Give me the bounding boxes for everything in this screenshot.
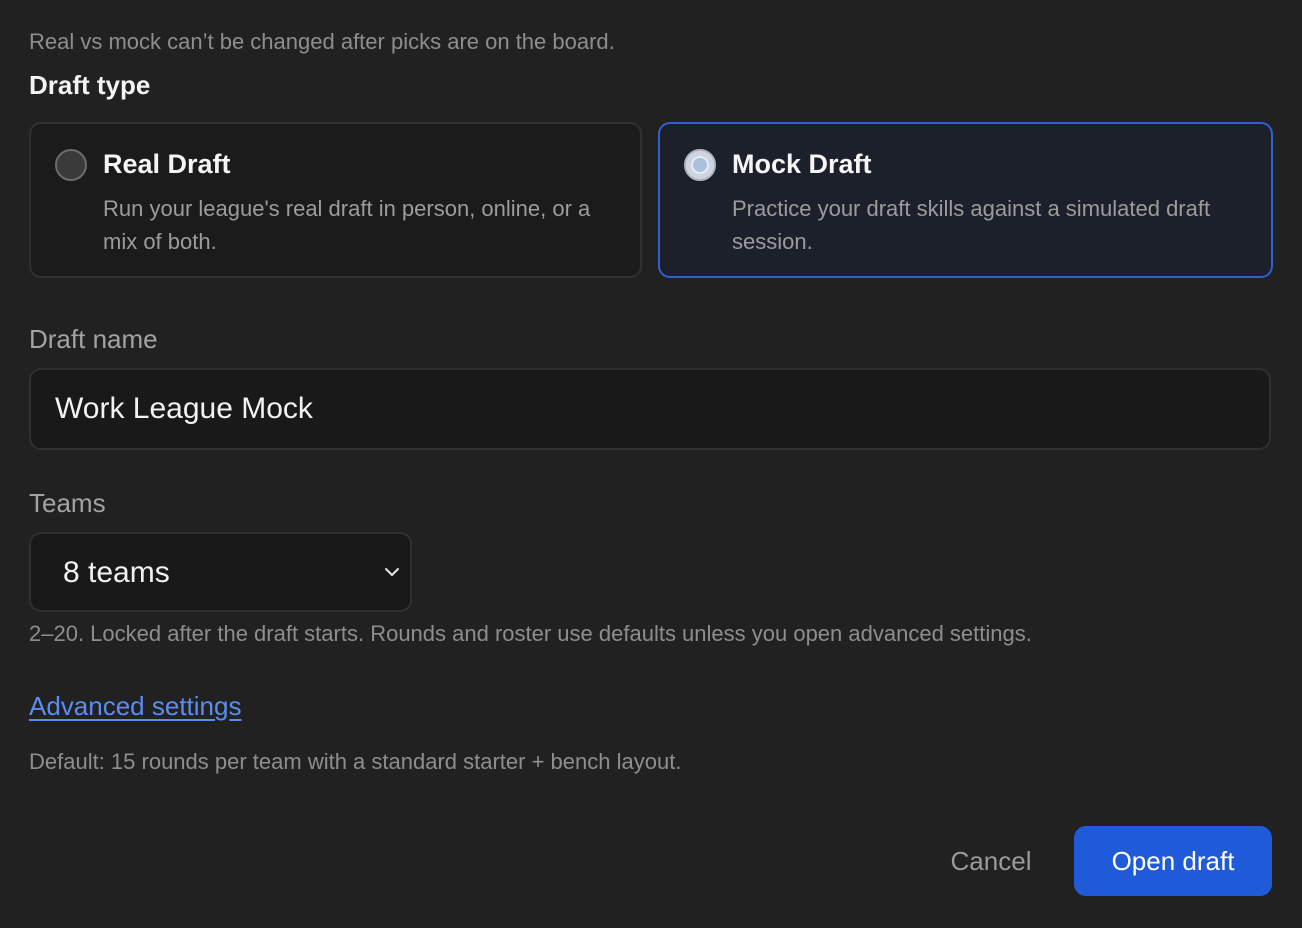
draft-name-input[interactable] [29,368,1271,450]
teams-select[interactable]: 8 teams [29,532,412,612]
real-draft-radio[interactable] [55,149,87,181]
draft-type-notice: Real vs mock can’t be changed after pick… [29,29,615,54]
teams-select-value: 8 teams [63,556,170,589]
draft-type-heading: Draft type [29,70,151,100]
cancel-button[interactable]: Cancel [930,826,1052,896]
advanced-settings-link[interactable]: Advanced settings [29,690,241,722]
create-draft-form: Real vs mock can’t be changed after pick… [0,0,1302,928]
real-draft-option[interactable]: Real Draft Run your league's real draft … [29,122,642,278]
teams-label: Teams [29,488,106,518]
mock-draft-radio[interactable] [684,149,716,181]
mock-draft-option[interactable]: Mock Draft Practice your draft skills ag… [658,122,1273,278]
mock-draft-title: Mock Draft [732,149,872,179]
draft-name-label: Draft name [29,324,158,354]
mock-draft-description: Practice your draft skills against a sim… [732,196,1211,254]
default-settings-text: Default: 15 rounds per team with a stand… [29,749,682,774]
real-draft-title: Real Draft [103,149,231,179]
real-draft-description: Run your league's real draft in person, … [103,196,591,254]
chevron-down-icon [382,562,402,582]
open-draft-button[interactable]: Open draft [1074,826,1272,896]
teams-hint: 2–20. Locked after the draft starts. Rou… [29,621,1032,646]
